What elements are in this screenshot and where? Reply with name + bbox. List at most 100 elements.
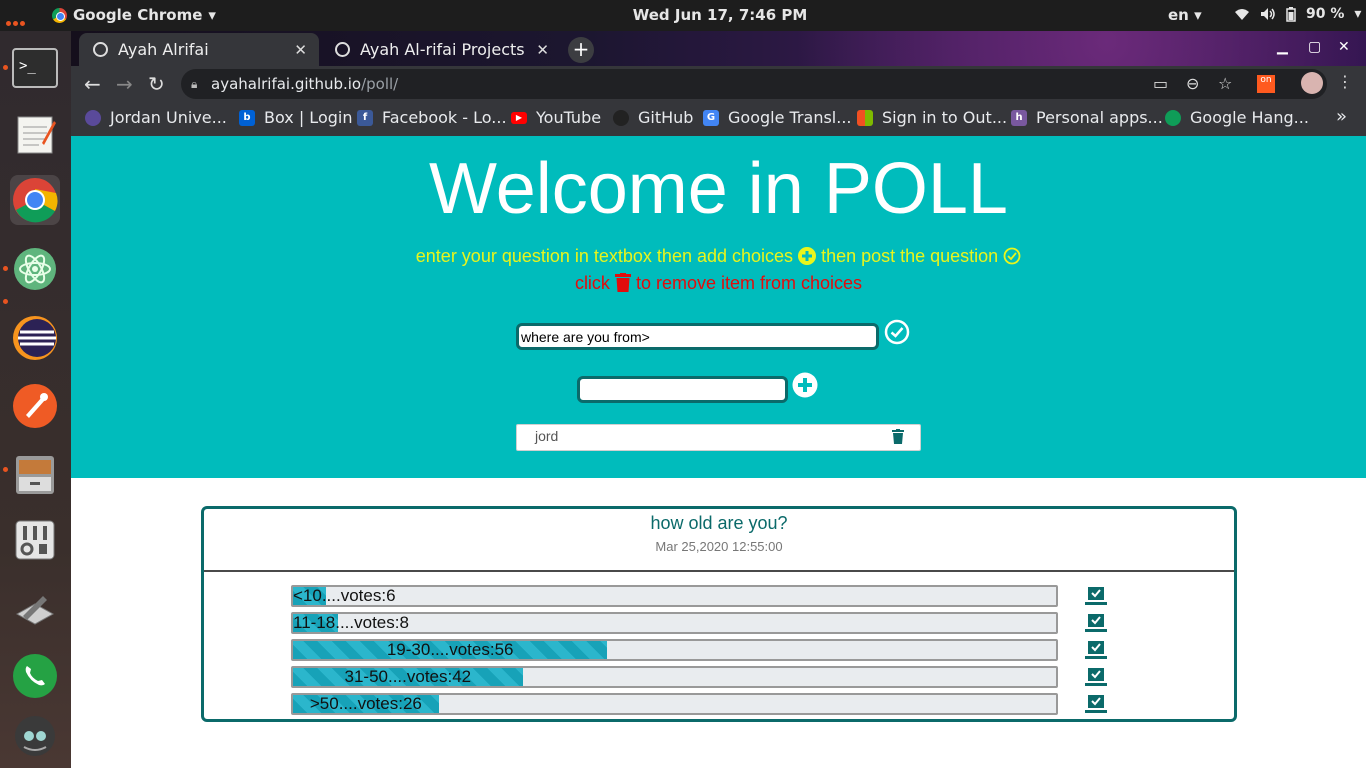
menu-dots-icon[interactable]: ⋮ xyxy=(1337,72,1353,91)
github-icon xyxy=(613,109,629,126)
system-settings-icon xyxy=(15,520,55,560)
trash-icon xyxy=(614,273,631,292)
bookmark-facebook[interactable]: f Facebook - Lo... xyxy=(357,108,507,127)
vote-check-icon[interactable] xyxy=(1085,667,1107,687)
poll-option-bar: 11-18....votes:8 xyxy=(291,612,1058,634)
dock-show-apps[interactable] xyxy=(10,711,60,761)
heroku-icon: h xyxy=(1011,109,1027,126)
box-icon: b xyxy=(239,109,255,126)
reload-icon[interactable]: ↻ xyxy=(148,72,165,96)
tab-ayah-projects[interactable]: Ayah Al-rifai Projects ✕ xyxy=(321,33,561,66)
poll-option-label: 31-50....votes:42 xyxy=(344,667,472,686)
close-window-icon[interactable]: ✕ xyxy=(1338,39,1350,55)
chrome-icon xyxy=(13,178,58,223)
dock-chrome[interactable] xyxy=(10,175,60,225)
bookmark-heroku[interactable]: h Personal apps... xyxy=(1011,108,1163,127)
tab-ayah-alrifai[interactable]: Ayah Alrifai ✕ xyxy=(79,33,319,66)
check-circle-icon xyxy=(1003,247,1021,265)
running-indicator xyxy=(3,299,8,304)
eclipse-icon xyxy=(13,316,57,360)
poll-option-label: <10....votes:6 xyxy=(293,586,396,605)
close-icon[interactable]: ✕ xyxy=(294,41,307,59)
poll-option-bar: 31-50....votes:42 xyxy=(291,666,1058,688)
dock-eclipse[interactable] xyxy=(10,313,60,363)
bookmark-box[interactable]: b Box | Login xyxy=(239,108,352,127)
forward-arrow-icon[interactable]: → xyxy=(116,72,133,96)
bookmark-google-translate[interactable]: G Google Transl... xyxy=(703,108,852,127)
running-indicator xyxy=(3,266,8,271)
add-choice-plus-icon[interactable] xyxy=(792,372,818,398)
vote-check-icon[interactable] xyxy=(1085,586,1107,606)
ubuntu-dock: >_ xyxy=(0,31,71,768)
dock-settings[interactable] xyxy=(10,515,60,565)
running-indicator xyxy=(3,65,8,70)
dock-postman[interactable] xyxy=(10,381,60,431)
maximize-icon[interactable]: ▢ xyxy=(1308,39,1321,55)
system-tray[interactable]: 90 % ▾ xyxy=(1234,6,1361,22)
choice-input[interactable] xyxy=(577,376,788,403)
profile-avatar[interactable] xyxy=(1301,72,1323,94)
vote-check-icon[interactable] xyxy=(1085,640,1107,660)
dock-file-manager[interactable] xyxy=(10,449,60,499)
dock-whatsapp[interactable] xyxy=(10,651,60,701)
bookmark-hangouts[interactable]: Google Hang... xyxy=(1165,108,1309,127)
chevron-down-icon: ▾ xyxy=(1354,6,1362,22)
dock-atom[interactable] xyxy=(10,244,60,294)
hero-section: Welcome in POLL enter your question in t… xyxy=(71,136,1366,478)
globe-icon xyxy=(335,42,350,57)
jordan-university-icon xyxy=(85,109,101,126)
phone-icon xyxy=(13,654,57,698)
poll-option-label: >50....votes:26 xyxy=(309,694,422,713)
poll-page: Welcome in POLL enter your question in t… xyxy=(71,136,1366,768)
browser-toolbar: ← → ↻ 🔒︎ ayahalrifai.github.io/poll/ ▭ ⊖… xyxy=(71,66,1366,102)
lock-icon: 🔒︎ xyxy=(191,77,198,91)
poll-option-bar: 19-30....votes:56 xyxy=(291,639,1058,661)
extension-icon[interactable]: on xyxy=(1257,75,1275,93)
instruction-remove: click to remove item from choices xyxy=(574,273,863,293)
zoom-icon[interactable]: ⊖ xyxy=(1186,74,1199,93)
close-icon[interactable]: ✕ xyxy=(536,41,549,59)
facebook-icon: f xyxy=(357,109,373,126)
dock-software-updater[interactable] xyxy=(10,583,60,633)
post-question-check-icon[interactable] xyxy=(884,319,910,345)
minimize-icon[interactable]: ▁ xyxy=(1277,39,1288,55)
new-tab-button[interactable]: + xyxy=(568,37,594,63)
bookmark-jordan-university[interactable]: Jordan Unive... xyxy=(85,108,227,127)
plus-circle-icon xyxy=(798,247,817,265)
dock-terminal[interactable]: >_ xyxy=(10,43,60,93)
wifi-icon xyxy=(1235,9,1249,20)
wrench-icon xyxy=(15,596,55,625)
url-path: /poll/ xyxy=(361,75,399,93)
microsoft-icon xyxy=(857,109,873,126)
vote-check-icon[interactable] xyxy=(1085,613,1107,633)
url-host: ayahalrifai.github.io xyxy=(211,75,362,93)
poll-option-bar: <10....votes:6 xyxy=(291,585,1058,607)
page-title: Welcome in POLL xyxy=(429,149,1008,229)
bookmark-star-icon[interactable]: ☆ xyxy=(1218,74,1232,93)
question-input[interactable] xyxy=(516,323,879,350)
text-editor-icon xyxy=(17,116,56,154)
tab-label: Ayah Al-rifai Projects xyxy=(360,40,525,59)
clock[interactable]: Wed Jun 17, 7:46 PM xyxy=(0,6,1366,24)
battery-percent: 90 % xyxy=(1306,6,1345,22)
battery-icon xyxy=(1286,6,1296,22)
back-arrow-icon[interactable]: ← xyxy=(84,72,101,96)
bookmark-youtube[interactable]: ▶ YouTube xyxy=(511,108,601,127)
dock-text-editor[interactable] xyxy=(10,109,60,159)
youtube-icon: ▶ xyxy=(511,111,527,124)
chevron-right-icon[interactable]: » xyxy=(1336,106,1347,127)
poll-card: how old are you? Mar 25,2020 12:55:00 <1… xyxy=(201,506,1237,722)
trash-icon[interactable] xyxy=(892,429,904,444)
bookmark-github[interactable]: GitHub xyxy=(613,108,693,127)
globe-icon xyxy=(93,42,108,57)
atom-icon xyxy=(14,248,56,290)
bookmark-outlook[interactable]: Sign in to Out... xyxy=(857,108,1007,127)
terminal-icon: >_ xyxy=(12,48,58,88)
postman-icon xyxy=(13,384,57,428)
cast-icon[interactable]: ▭ xyxy=(1153,74,1168,93)
file-cabinet-icon xyxy=(16,456,54,494)
google-translate-icon: G xyxy=(703,109,719,126)
language-indicator[interactable]: en ▾ xyxy=(1168,6,1202,24)
volume-icon xyxy=(1261,8,1275,20)
vote-check-icon[interactable] xyxy=(1085,694,1107,714)
